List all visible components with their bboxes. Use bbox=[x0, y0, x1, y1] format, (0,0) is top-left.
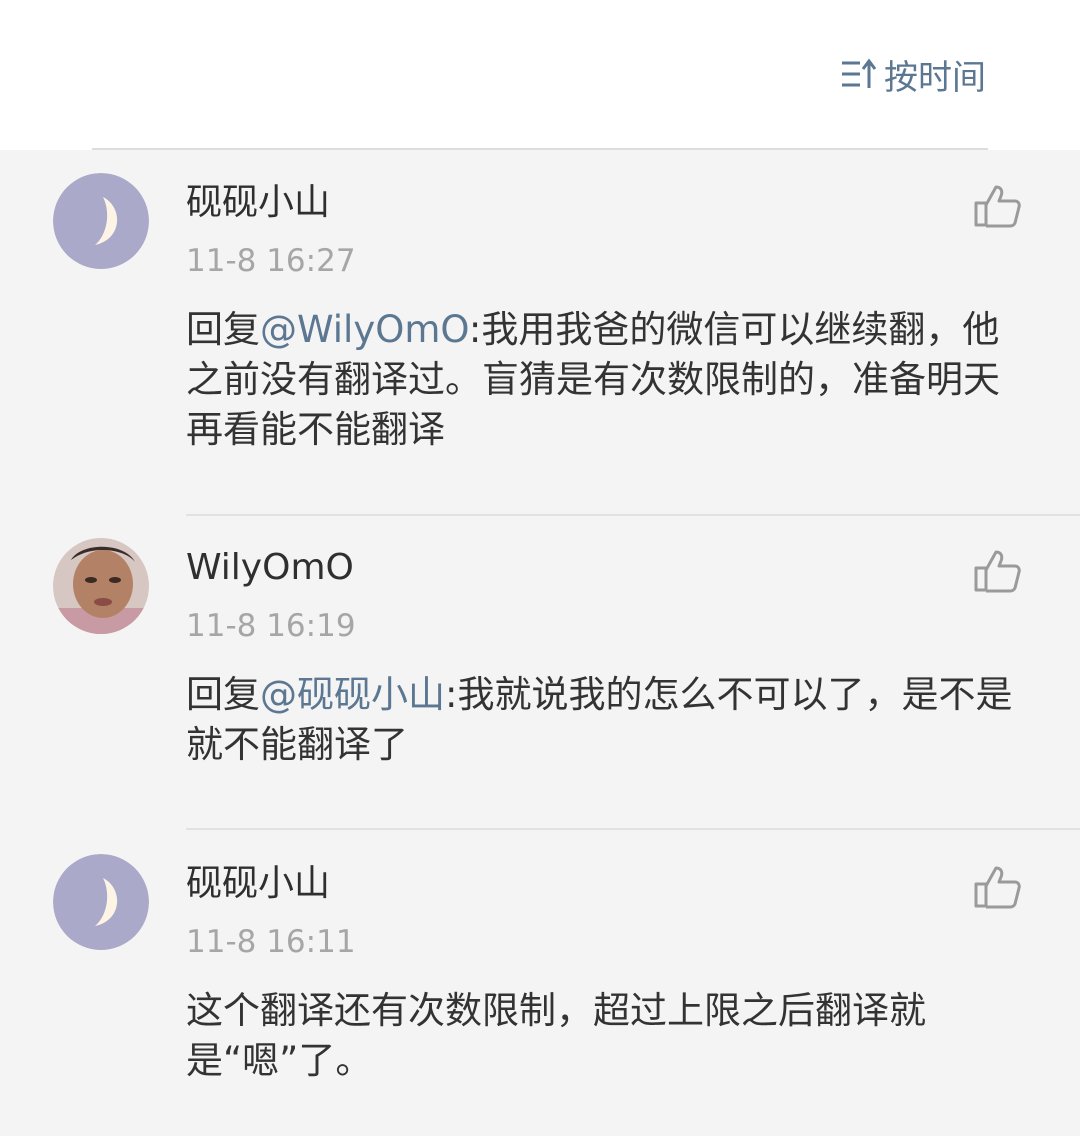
user-photo-avatar bbox=[53, 538, 149, 634]
comment-text: 这个翻译还有次数限制，超过上限之后翻译就是“嗯”了。 bbox=[186, 989, 926, 1082]
comment-timestamp: 11-8 16:27 bbox=[186, 243, 356, 279]
comment-timestamp: 11-8 16:19 bbox=[186, 608, 356, 644]
sort-by-time-button[interactable]: 按时间 bbox=[840, 52, 986, 98]
divider bbox=[92, 148, 988, 150]
sort-ascending-icon bbox=[842, 58, 877, 88]
comment-content: 回复@WilyOmO:我用我爸的微信可以继续翻，他之前没有翻译过。盲猜是有次数限… bbox=[186, 305, 1036, 455]
divider bbox=[186, 828, 1080, 830]
thumbs-up-icon[interactable] bbox=[972, 183, 1022, 229]
thumbs-up-icon[interactable] bbox=[972, 864, 1022, 910]
comment-username[interactable]: 砚砚小山 bbox=[186, 860, 330, 908]
mention-link[interactable]: @砚砚小山 bbox=[260, 673, 445, 716]
comment-content: 这个翻译还有次数限制，超过上限之后翻译就是“嗯”了。 bbox=[186, 986, 1036, 1086]
avatar[interactable] bbox=[53, 854, 149, 950]
mention-link[interactable]: @WilyOmO bbox=[260, 308, 469, 351]
crescent-moon-avatar bbox=[53, 173, 149, 269]
reply-prefix: 回复 bbox=[186, 308, 260, 351]
comment-username[interactable]: 砚砚小山 bbox=[186, 179, 330, 227]
crescent-moon-avatar bbox=[53, 854, 149, 950]
comment-username[interactable]: WilyOmO bbox=[186, 544, 354, 592]
avatar[interactable] bbox=[53, 538, 149, 634]
reply-prefix: 回复 bbox=[186, 673, 260, 716]
sort-label: 按时间 bbox=[884, 57, 986, 98]
comment-timestamp: 11-8 16:11 bbox=[186, 924, 356, 960]
top-bar: 按时间 bbox=[0, 0, 1080, 150]
avatar[interactable] bbox=[53, 173, 149, 269]
divider bbox=[186, 514, 1080, 516]
comment-content: 回复@砚砚小山:我就说我的怎么不可以了，是不是就不能翻译了 bbox=[186, 670, 1036, 770]
thumbs-up-icon[interactable] bbox=[972, 548, 1022, 594]
